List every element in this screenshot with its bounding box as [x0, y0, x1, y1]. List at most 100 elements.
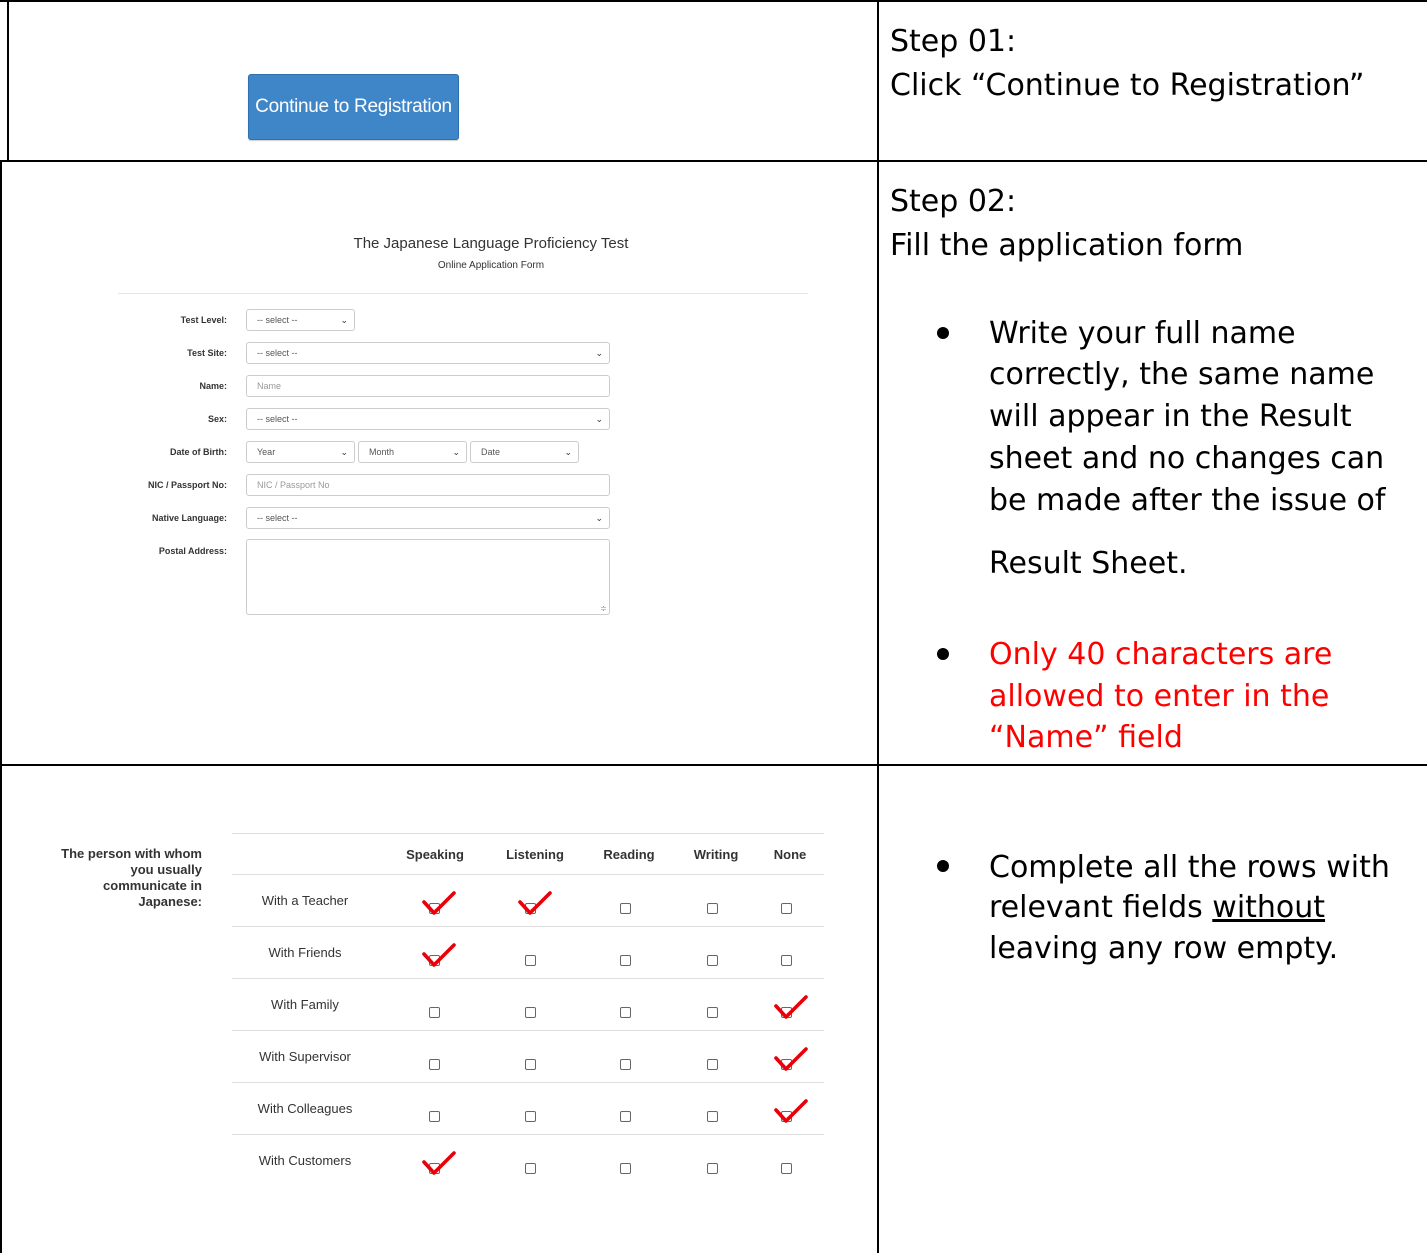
checkbox-reading[interactable]: [620, 1111, 631, 1122]
bullet1-line2: correctly, the same name: [989, 357, 1375, 392]
checkmark-icon: [421, 1150, 457, 1176]
bullet3-underlined-word: without: [1212, 890, 1326, 925]
table-rule: [232, 833, 824, 834]
native-language-label: Native Language:: [151, 513, 227, 523]
chevron-down-icon: ⌄: [340, 315, 348, 325]
checkmark-icon: [421, 890, 457, 916]
dob-year-select[interactable]: Year ⌄: [246, 441, 355, 463]
bullet3-line2-prefix: relevant fields: [989, 890, 1213, 925]
table-rule: [232, 1134, 824, 1135]
nic-placeholder: NIC / Passport No: [257, 480, 330, 490]
checkbox-writing[interactable]: [707, 955, 718, 966]
test-site-select[interactable]: -- select -- ⌄: [246, 342, 610, 364]
table-rule: [232, 1030, 824, 1031]
bullet1-line4: sheet and no changes can: [989, 441, 1385, 476]
dob-date-select[interactable]: Date ⌄: [470, 441, 579, 463]
sex-select[interactable]: -- select -- ⌄: [246, 408, 610, 430]
column-header-speaking: Speaking: [406, 847, 464, 862]
checkbox-none[interactable]: [781, 903, 792, 914]
bullet1-line3: will appear in the Result: [989, 399, 1352, 434]
checkbox-writing[interactable]: [707, 1059, 718, 1070]
checkbox-speaking[interactable]: [429, 1059, 440, 1070]
bullet1-line5: be made after the issue of: [989, 483, 1386, 518]
checkmark-icon: [421, 942, 457, 968]
checkbox-reading[interactable]: [620, 1007, 631, 1018]
communication-label-line: communicate in: [103, 878, 202, 893]
checkbox-none[interactable]: [781, 1163, 792, 1174]
checkbox-writing[interactable]: [707, 1111, 718, 1122]
row-label: With Supervisor: [259, 1049, 351, 1064]
sex-label: Sex:: [207, 414, 227, 424]
postal-address-textarea[interactable]: ≑: [246, 539, 610, 615]
chevron-down-icon: ⌄: [595, 414, 603, 424]
test-site-value: -- select --: [257, 348, 298, 358]
test-level-label: Test Level:: [180, 315, 227, 325]
bullet1-line1: Write your full name: [989, 316, 1296, 351]
bullet1-line6: Result Sheet.: [989, 546, 1188, 581]
step1-text: Click “Continue to Registration”: [890, 68, 1365, 103]
checkbox-listening[interactable]: [525, 1163, 536, 1174]
form-subtitle: Online Application Form: [437, 260, 545, 271]
row-label: With Family: [271, 997, 339, 1012]
checkbox-writing[interactable]: [707, 903, 718, 914]
nic-input[interactable]: NIC / Passport No: [246, 474, 610, 496]
step1-heading: Step 01:: [890, 24, 1017, 59]
checkbox-reading[interactable]: [620, 903, 631, 914]
checkbox-speaking[interactable]: [429, 1111, 440, 1122]
table-border-left-row1: [7, 0, 9, 162]
checkbox-reading[interactable]: [620, 1059, 631, 1070]
bullet3-line1: Complete all the rows with: [989, 850, 1390, 885]
checkbox-listening[interactable]: [525, 955, 536, 966]
row-label: With Friends: [268, 945, 342, 960]
table-rule: [232, 926, 824, 927]
bullet-icon: [937, 860, 949, 872]
checkbox-writing[interactable]: [707, 1163, 718, 1174]
checkbox-speaking[interactable]: [429, 1007, 440, 1018]
checkbox-none[interactable]: [781, 955, 792, 966]
checkmark-icon: [517, 890, 553, 916]
form-title: The Japanese Language Proficiency Test: [353, 235, 629, 252]
table-rule: [232, 874, 824, 875]
chevron-down-icon: ⌄: [564, 447, 572, 457]
table-border-left: [0, 160, 2, 1253]
nic-label: NIC / Passport No:: [147, 480, 227, 490]
table-border-top: [0, 0, 1427, 2]
chevron-down-icon: ⌄: [595, 513, 603, 523]
table-divider-row1: [0, 160, 1427, 162]
bullet-icon: [937, 648, 949, 660]
chevron-down-icon: ⌄: [595, 348, 603, 358]
row-label: With Colleagues: [257, 1101, 353, 1116]
checkbox-listening[interactable]: [525, 1059, 536, 1070]
communication-label-line: The person with whom: [61, 846, 202, 861]
column-header-listening: Listening: [506, 847, 564, 862]
dob-label: Date of Birth:: [170, 447, 227, 457]
table-rule: [232, 978, 824, 979]
communication-label-line: you usually: [130, 862, 202, 877]
checkbox-writing[interactable]: [707, 1007, 718, 1018]
bullet-icon: [937, 327, 949, 339]
native-language-select[interactable]: -- select -- ⌄: [246, 507, 610, 529]
chevron-down-icon: ⌄: [340, 447, 348, 457]
dob-month-select[interactable]: Month ⌄: [358, 441, 467, 463]
checkbox-listening[interactable]: [525, 1007, 536, 1018]
row-label: With a Teacher: [261, 893, 349, 908]
test-level-select[interactable]: -- select -- ⌄: [246, 309, 355, 331]
checkmark-icon: [773, 1098, 809, 1124]
column-header-none: None: [773, 847, 807, 862]
checkbox-listening[interactable]: [525, 1111, 536, 1122]
continue-to-registration-button[interactable]: Continue to Registration: [248, 74, 459, 140]
dob-month-value: Month: [369, 447, 395, 457]
step2-heading: Step 02:: [890, 184, 1017, 219]
name-label: Name:: [199, 381, 227, 391]
row-label: With Customers: [258, 1153, 352, 1168]
bullet3-line2: relevant fields without: [989, 888, 1325, 927]
checkbox-reading[interactable]: [620, 955, 631, 966]
resize-grip-icon[interactable]: ≑: [600, 604, 607, 613]
communication-label-line: Japanese:: [138, 894, 202, 909]
chevron-down-icon: ⌄: [452, 447, 460, 457]
name-input[interactable]: Name: [246, 375, 610, 397]
native-language-value: -- select --: [257, 513, 298, 523]
checkbox-reading[interactable]: [620, 1163, 631, 1174]
bullet2-line1: Only 40 characters are: [989, 637, 1333, 672]
communication-label: The person with whom you usually communi…: [34, 846, 202, 910]
